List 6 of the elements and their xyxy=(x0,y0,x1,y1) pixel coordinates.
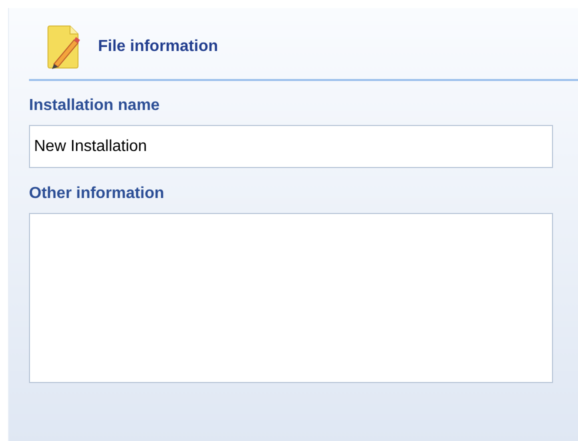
field-label: Installation name xyxy=(29,97,161,115)
section-title: File information xyxy=(98,38,218,56)
field-label: Other information xyxy=(29,185,166,203)
text-area[interactable] xyxy=(29,213,553,383)
input-field[interactable]: New Installation xyxy=(29,125,553,168)
note-pencil-icon xyxy=(46,24,82,70)
